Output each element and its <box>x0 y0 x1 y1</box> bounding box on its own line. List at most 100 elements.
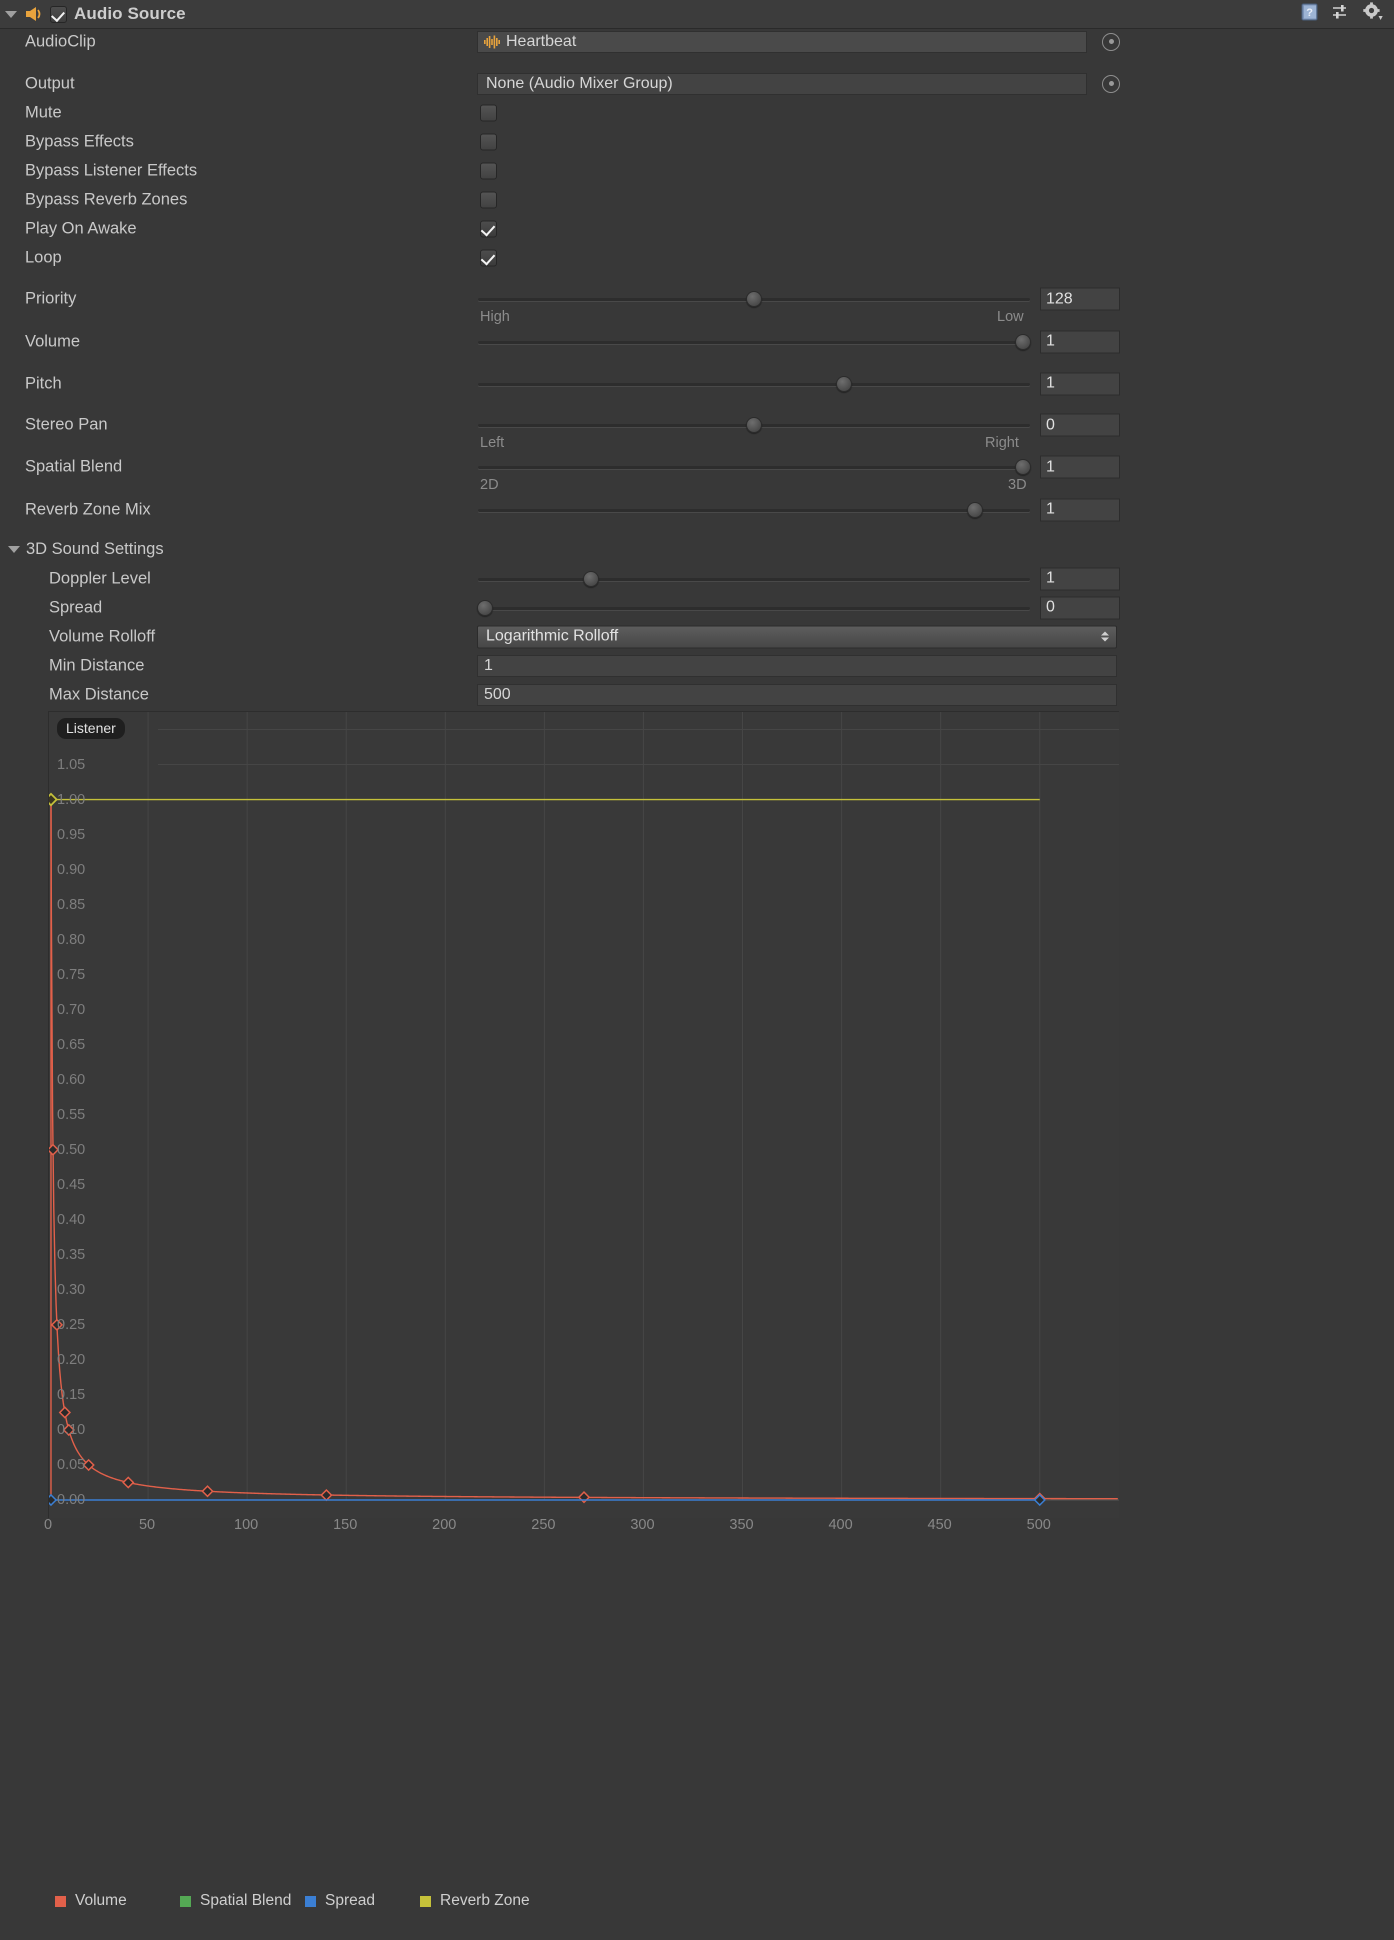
audioclip-label: AudioClip <box>25 32 96 51</box>
pitch-slider-knob[interactable] <box>836 376 852 392</box>
graph-y-tick: 1.05 <box>57 757 85 773</box>
graph-y-tick: 0.50 <box>57 1142 85 1158</box>
pitch-value-field[interactable]: 1 <box>1040 372 1120 395</box>
graph-x-tick: 100 <box>234 1517 258 1533</box>
play-on-awake-checkbox[interactable] <box>480 220 497 237</box>
graph-y-tick: 0.60 <box>57 1072 85 1088</box>
graph-y-tick: 0.15 <box>57 1387 85 1403</box>
chevron-down-icon <box>5 11 17 18</box>
graph-x-tick: 500 <box>1027 1517 1051 1533</box>
spread-value-field[interactable]: 0 <box>1040 596 1120 619</box>
legend-item[interactable]: Reverb Zone <box>420 1892 530 1910</box>
volume-value-field[interactable]: 1 <box>1040 330 1120 353</box>
help-book-icon[interactable]: ? <box>1300 2 1320 27</box>
row-play-on-awake: Play On Awake <box>0 214 1394 243</box>
priority-left-label: High <box>480 309 510 325</box>
min-distance-field[interactable]: 1 <box>477 655 1117 677</box>
bypass-listener-effects-label: Bypass Listener Effects <box>25 161 197 180</box>
bypass-listener-effects-checkbox[interactable] <box>480 162 497 179</box>
max-distance-field[interactable]: 500 <box>477 684 1117 706</box>
graph-y-tick: 0.30 <box>57 1282 85 1298</box>
row-bypass-effects: Bypass Effects <box>0 127 1394 156</box>
reverb-zone-mix-slider-knob[interactable] <box>967 502 983 518</box>
doppler-level-slider-knob[interactable] <box>583 571 599 587</box>
output-field[interactable]: None (Audio Mixer Group) <box>477 73 1087 95</box>
volume-rolloff-dropdown[interactable]: Logarithmic Rolloff <box>477 625 1117 648</box>
doppler-level-value-field[interactable]: 1 <box>1040 567 1120 590</box>
legend-item[interactable]: Volume <box>55 1892 127 1910</box>
row-bypass-listener-effects: Bypass Listener Effects <box>0 156 1394 185</box>
graph-x-tick: 50 <box>139 1517 155 1533</box>
bypass-reverb-zones-checkbox[interactable] <box>480 191 497 208</box>
preset-mixer-icon[interactable] <box>1331 3 1351 26</box>
row-doppler-level: Doppler Level 1 <box>0 564 1394 593</box>
component-enabled-checkbox[interactable] <box>50 6 67 23</box>
graph-y-tick: 0.95 <box>57 827 85 843</box>
row-output: Output None (Audio Mixer Group) <box>0 69 1394 98</box>
doppler-level-slider[interactable] <box>478 572 1030 586</box>
graph-legend: Volume Spatial Blend Spread Reverb Zone <box>0 1884 1394 1918</box>
legend-item[interactable]: Spatial Blend <box>180 1892 291 1910</box>
priority-slider[interactable] <box>478 292 1030 306</box>
rolloff-graph[interactable]: Listener 0.000.050.100.150.200.250.300.3… <box>48 711 1119 1518</box>
mute-checkbox[interactable] <box>480 104 497 121</box>
row-audioclip: AudioClip Heartbeat <box>0 27 1394 56</box>
legend-swatch <box>180 1896 191 1907</box>
priority-label: Priority <box>25 290 76 309</box>
row-volume-rolloff: Volume Rolloff Logarithmic Rolloff <box>0 622 1394 651</box>
row-spatial-blend: Spatial Blend 2D 3D 1 <box>0 453 1394 493</box>
loop-label: Loop <box>25 248 62 267</box>
bypass-effects-checkbox[interactable] <box>480 133 497 150</box>
bypass-effects-label: Bypass Effects <box>25 132 134 151</box>
audioclip-field[interactable]: Heartbeat <box>477 31 1087 53</box>
audioclip-value: Heartbeat <box>506 33 576 51</box>
graph-y-tick: 1.00 <box>57 792 85 808</box>
loop-checkbox[interactable] <box>480 249 497 266</box>
gear-icon[interactable] <box>1362 2 1384 27</box>
doppler-level-slider-track <box>478 578 1030 581</box>
stereo-pan-right-label: Right <box>985 435 1019 451</box>
spatial-blend-slider-knob[interactable] <box>1015 459 1031 475</box>
legend-item[interactable]: Spread <box>305 1892 375 1910</box>
chevron-updown-icon <box>1101 632 1109 642</box>
row-pitch: Pitch 1 <box>0 369 1394 398</box>
stereo-pan-value-field[interactable]: 0 <box>1040 414 1120 437</box>
bypass-reverb-zones-label: Bypass Reverb Zones <box>25 190 187 209</box>
pitch-slider-track <box>478 383 1030 386</box>
volume-label: Volume <box>25 332 80 351</box>
row-min-distance: Min Distance 1 <box>0 651 1394 680</box>
reverb-zone-mix-slider[interactable] <box>478 503 1030 517</box>
row-priority: Priority High Low 128 <box>0 285 1394 325</box>
audioclip-picker-icon[interactable] <box>1102 33 1120 51</box>
legend-label: Spatial Blend <box>200 1892 291 1910</box>
spatial-blend-value-field[interactable]: 1 <box>1040 456 1120 479</box>
pitch-slider[interactable] <box>478 377 1030 391</box>
foldout-toggle-icon[interactable] <box>0 0 22 28</box>
row-mute: Mute <box>0 98 1394 127</box>
volume-slider-track <box>478 341 1030 344</box>
priority-value-field[interactable]: 128 <box>1040 288 1120 311</box>
output-picker-icon[interactable] <box>1102 75 1120 93</box>
max-distance-label: Max Distance <box>49 685 149 704</box>
legend-label: Spread <box>325 1892 375 1910</box>
stereo-pan-slider-knob[interactable] <box>746 417 762 433</box>
spread-slider[interactable] <box>478 601 1030 615</box>
section-3d-sound-settings[interactable]: 3D Sound Settings <box>0 535 1394 564</box>
legend-label: Reverb Zone <box>440 1892 530 1910</box>
stereo-pan-left-label: Left <box>480 435 504 451</box>
spatial-blend-slider[interactable] <box>478 460 1030 474</box>
spread-slider-knob[interactable] <box>477 600 493 616</box>
volume-slider[interactable] <box>478 335 1030 349</box>
graph-y-tick: 0.40 <box>57 1212 85 1228</box>
reverb-zone-mix-value-field[interactable]: 1 <box>1040 498 1120 521</box>
volume-slider-knob[interactable] <box>1015 334 1031 350</box>
graph-y-tick: 0.20 <box>57 1352 85 1368</box>
spread-label: Spread <box>49 598 102 617</box>
volume-rolloff-label: Volume Rolloff <box>49 627 155 646</box>
stereo-pan-slider[interactable] <box>478 418 1030 432</box>
component-title: Audio Source <box>74 4 186 24</box>
audio-waveform-icon <box>484 35 502 49</box>
volume-rolloff-value: Logarithmic Rolloff <box>486 628 618 646</box>
priority-slider-knob[interactable] <box>746 291 762 307</box>
graph-y-tick: 0.05 <box>57 1457 85 1473</box>
